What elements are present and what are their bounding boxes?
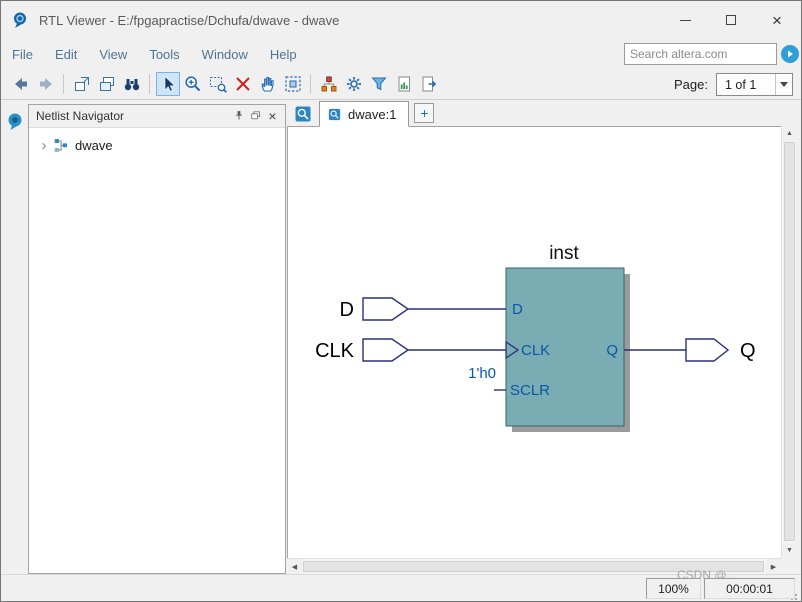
page-label: Page: <box>674 77 708 92</box>
tab-bar: dwave:1 + <box>288 101 793 127</box>
arrow-right-icon: ▶ <box>770 564 777 571</box>
chevron-down-icon <box>780 82 788 87</box>
filter-icon[interactable] <box>367 72 391 96</box>
arrow-up-icon: ▲ <box>786 130 793 137</box>
window-title: RTL Viewer - E:/fpgapractise/Dchufa/dwav… <box>39 12 340 28</box>
port-sclr-label: SCLR <box>510 382 550 399</box>
zoom-area-icon[interactable] <box>206 72 230 96</box>
output-pin-q[interactable] <box>685 338 730 362</box>
netlist-navigator-panel: Netlist Navigator × › dwave <box>28 104 286 574</box>
close-icon: × <box>772 10 782 30</box>
scrollbar-corner <box>781 558 796 574</box>
menu-view[interactable]: View <box>88 42 138 67</box>
resize-grip[interactable] <box>795 594 797 596</box>
menu-window[interactable]: Window <box>191 42 259 67</box>
netlist-navigator-header: Netlist Navigator × <box>29 105 285 128</box>
input-pin-clk[interactable] <box>362 338 410 362</box>
cascade-windows-icon[interactable] <box>95 72 119 96</box>
toolbar-separator <box>63 74 64 94</box>
search-input[interactable] <box>624 43 777 65</box>
find-binoculars-icon[interactable] <box>120 72 144 96</box>
close-icon: × <box>268 108 277 124</box>
viewer-icon <box>295 106 311 122</box>
input-d-label: D <box>340 299 354 321</box>
menu-file[interactable]: File <box>1 42 44 67</box>
schematic-canvas[interactable]: inst D CLK SCLR Q D CLK 1'h0 Q <box>287 126 781 558</box>
hierarchy-up-icon[interactable] <box>317 72 341 96</box>
plus-icon: + <box>420 105 429 121</box>
rtl-schematic[interactable]: inst D CLK SCLR Q D CLK 1'h0 Q <box>288 127 780 557</box>
toolbar-separator <box>149 74 150 94</box>
scroll-up-button[interactable]: ▲ <box>782 126 797 141</box>
back-icon[interactable] <box>9 72 33 96</box>
speech-bubble-icon[interactable] <box>5 111 25 131</box>
arrow-down-icon: ▼ <box>786 547 793 554</box>
toolbar-separator <box>310 74 311 94</box>
pin-icon <box>235 111 242 120</box>
menu-edit[interactable]: Edit <box>44 42 88 67</box>
maximize-icon <box>726 15 736 25</box>
arrow-left-icon: ◀ <box>291 564 298 571</box>
forward-icon[interactable] <box>34 72 58 96</box>
port-clk-label: CLK <box>521 342 550 359</box>
vertical-scrollbar[interactable]: ▲ ▼ <box>781 126 797 558</box>
output-q-label: Q <box>740 340 756 362</box>
window-controls: × <box>662 1 800 39</box>
port-q-label: Q <box>606 342 618 359</box>
select-pointer-icon[interactable] <box>156 72 180 96</box>
menu-tools[interactable]: Tools <box>138 42 190 67</box>
page-navigation: Page: 1 of 1 <box>674 73 793 96</box>
app-icon <box>14 12 26 28</box>
report-icon[interactable] <box>392 72 416 96</box>
elapsed-time-indicator: 00:00:01 <box>704 578 795 599</box>
detach-page-icon[interactable] <box>70 72 94 96</box>
vertical-scroll-thumb[interactable] <box>784 142 795 541</box>
tree-item-dwave[interactable]: › dwave <box>37 137 285 154</box>
constant-label: 1'h0 <box>468 365 496 382</box>
export-icon[interactable] <box>417 72 441 96</box>
minimize-icon <box>679 19 691 21</box>
scroll-left-button[interactable]: ◀ <box>287 559 302 575</box>
maximize-button[interactable] <box>708 1 754 39</box>
zoom-in-icon[interactable] <box>181 72 205 96</box>
minimize-button[interactable] <box>662 1 708 39</box>
netlist-navigator-title: Netlist Navigator <box>36 109 125 123</box>
tab-page-icon <box>328 108 341 120</box>
status-bar: 100% 00:00:01 <box>1 574 801 601</box>
float-panel-button[interactable] <box>247 108 264 125</box>
page-select-dropdown[interactable]: 1 of 1 <box>716 73 793 96</box>
input-clk-label: CLK <box>315 340 355 362</box>
tree-expander-icon[interactable]: › <box>37 138 51 153</box>
search-area <box>624 43 800 65</box>
netlist-hierarchy-icon <box>54 139 68 152</box>
title-bar: RTL Viewer - E:/fpgapractise/Dchufa/dwav… <box>1 1 801 39</box>
scroll-right-button[interactable]: ▶ <box>766 559 781 575</box>
tab-label: dwave:1 <box>348 106 397 122</box>
close-button[interactable]: × <box>754 1 800 39</box>
pan-hand-icon[interactable] <box>256 72 280 96</box>
scroll-down-button[interactable]: ▼ <box>782 543 797 558</box>
rtl-viewer-window: RTL Viewer - E:/fpgapractise/Dchufa/dwav… <box>0 0 802 602</box>
settings-gear-icon[interactable] <box>342 72 366 96</box>
tab-dwave-1[interactable]: dwave:1 <box>319 101 410 127</box>
menu-help[interactable]: Help <box>259 42 308 67</box>
float-panel-icon <box>250 111 260 120</box>
fit-view-icon[interactable] <box>281 72 305 96</box>
input-pin-d[interactable] <box>362 297 410 321</box>
port-d-label: D <box>512 301 523 318</box>
pin-panel-button[interactable] <box>230 108 247 125</box>
add-page-button[interactable]: + <box>414 103 435 123</box>
instance-name-label: inst <box>549 243 579 264</box>
page-select-value: 1 of 1 <box>725 77 757 92</box>
zoom-level-indicator: 100% <box>646 578 701 599</box>
zoom-selection-icon[interactable] <box>231 72 255 96</box>
close-panel-button[interactable]: × <box>264 108 281 125</box>
page-dropdown-zone[interactable] <box>775 74 792 95</box>
tree-item-label: dwave <box>75 138 113 153</box>
search-go-icon[interactable] <box>780 44 800 64</box>
zoom-level-value: 100% <box>658 581 689 596</box>
elapsed-time-value: 00:00:01 <box>726 581 773 596</box>
